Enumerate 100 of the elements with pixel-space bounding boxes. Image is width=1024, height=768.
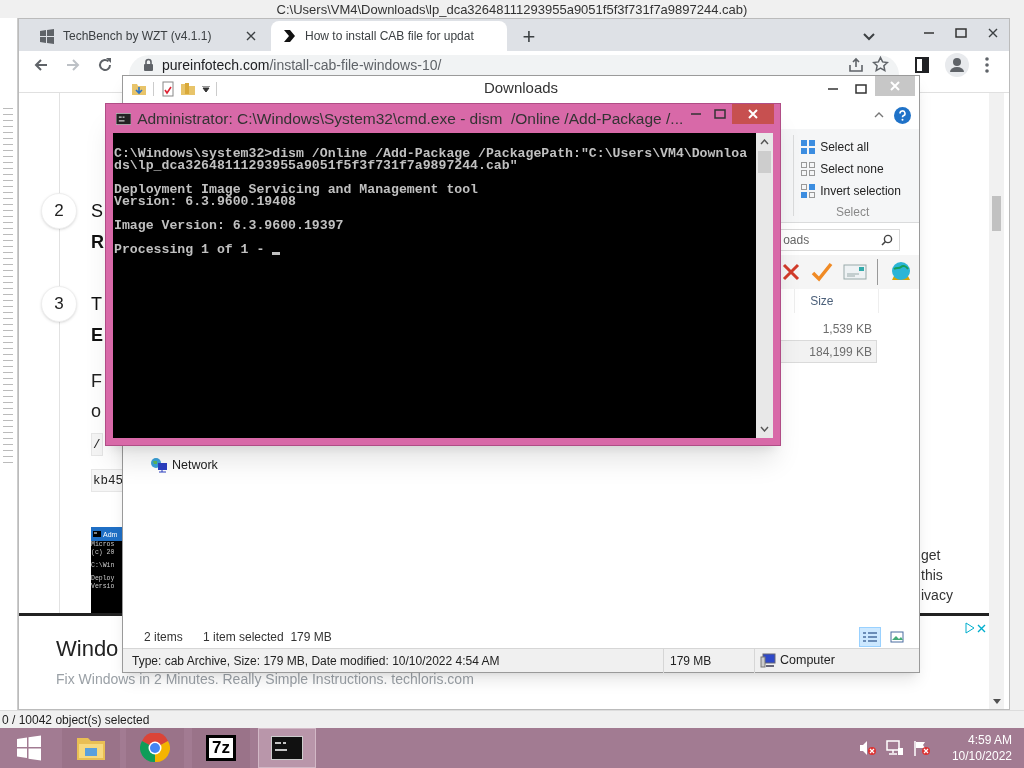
step-number: 2 (41, 193, 77, 229)
scroll-down-icon[interactable] (992, 699, 1001, 704)
browser-logo-icon (140, 733, 170, 763)
back-button[interactable] (33, 56, 49, 73)
minimize-icon (690, 113, 701, 115)
profile-icon[interactable] (945, 52, 969, 77)
caret-icon (863, 33, 875, 41)
delete-icon[interactable] (781, 262, 802, 282)
console-icon (116, 112, 132, 125)
close-icon (889, 80, 901, 92)
invert-selection-icon (800, 183, 817, 199)
paragraph-text: F (91, 370, 103, 393)
file-row[interactable]: 184,199 KB (779, 340, 877, 363)
scrollbar-thumb[interactable] (758, 151, 771, 173)
reload-button[interactable] (97, 56, 113, 73)
text-cursor (272, 252, 281, 255)
ad-title: Windo (56, 635, 119, 663)
details-text: Type: cab Archive, Size: 179 MB, Date modified: 10/10/2022 4:54 AM (131, 652, 501, 670)
windows-logo-icon (16, 735, 42, 761)
collapse-ribbon-icon[interactable] (874, 112, 884, 118)
flag-icon[interactable] (912, 740, 931, 756)
speaker-muted-icon[interactable] (858, 740, 877, 756)
checkmark-icon[interactable] (811, 262, 834, 282)
network-icon[interactable] (885, 740, 904, 756)
notice-text: get (921, 546, 942, 565)
window-title: C:\Users\VM4\Downloads\lp_dca32648111293955a9051f5f3f731f7a9897244.cab) (276, 2, 748, 16)
clock[interactable]: 4:59 AM 10/10/2022 (951, 732, 1012, 764)
close-button[interactable] (732, 104, 774, 124)
maximize-icon (955, 28, 967, 38)
ribbon-button[interactable]: Select none (800, 158, 919, 180)
scrollbar-thumb[interactable] (992, 196, 1001, 231)
ribbon-group-label: Select (834, 204, 871, 221)
reload-icon (97, 56, 113, 73)
search-text: oads (783, 232, 811, 249)
minimize-icon (924, 32, 934, 34)
window-title: Downloads (482, 78, 560, 99)
browser-tab[interactable]: TechBench by WZT (v4.1.1) (29, 21, 267, 51)
browser-tab[interactable]: How to install CAB file for updat (271, 21, 507, 51)
back-icon (33, 56, 49, 73)
envelope-icon[interactable] (843, 264, 868, 280)
search-icon (881, 234, 893, 246)
minimize-icon (828, 87, 838, 90)
ad-choices-icon[interactable] (965, 622, 987, 634)
maximize-icon (855, 83, 867, 94)
scroll-up-icon[interactable] (760, 139, 769, 145)
step-number: 3 (41, 286, 77, 322)
image-view-icon (890, 630, 904, 643)
menu-icon[interactable] (985, 56, 989, 73)
step-text: E (91, 324, 103, 347)
close-icon[interactable] (245, 30, 257, 42)
ad-text: Fix Windows in 2 Minutes. Really Simple Instructions. techloris.com (56, 670, 474, 688)
code-text: kb45 (91, 469, 125, 492)
ribbon-button[interactable]: Select all (800, 136, 919, 158)
step-text: S (91, 200, 104, 223)
share-icon[interactable] (848, 56, 864, 73)
close-icon (987, 27, 999, 39)
taskbar-button[interactable] (258, 728, 316, 768)
chevron-logo-icon (281, 28, 297, 44)
dropdown-icon[interactable] (202, 85, 210, 92)
status-text: 1 item selected 179 MB (203, 628, 332, 646)
console-icon (93, 531, 101, 537)
console-text: Processing 1 of 1 - (114, 244, 265, 256)
computer-icon (760, 653, 776, 668)
scroll-down-icon[interactable] (760, 426, 769, 432)
new-tab-button[interactable]: + (515, 23, 543, 51)
console-text: Version: 6.3.9600.19408 (114, 196, 297, 208)
console-icon (271, 736, 303, 760)
search-field[interactable]: oads (779, 229, 900, 251)
select-all-icon (800, 139, 817, 155)
paragraph-text: o (91, 400, 102, 423)
properties-icon[interactable] (160, 80, 176, 97)
code-text: / (91, 433, 103, 456)
step-text: T (91, 293, 103, 316)
address-bar[interactable]: pureinfotech.com/install-cab-file-windows-10/ (129, 54, 899, 75)
url-text: pureinfotech.com/install-cab-file-windows-10/ (162, 56, 443, 73)
ribbon-button[interactable]: Invert selection (800, 180, 919, 202)
lock-icon (143, 57, 154, 72)
close-icon (747, 108, 760, 120)
file-row[interactable]: 1,539 KB (779, 317, 877, 340)
forward-icon (65, 56, 81, 73)
bookmark-star-icon[interactable] (872, 56, 889, 73)
status-text: 2 items (144, 628, 184, 646)
console-text: ds\lp_dca32648111293955a9051f5f3f731f7a9897244.cab" (114, 160, 518, 172)
window-title: Administrator: C:\Windows\System32\cmd.exe - dism /Online /Add-Package /... (137, 108, 684, 129)
side-panel-icon[interactable] (915, 56, 929, 73)
notice-text: this (921, 566, 944, 585)
details-view-button[interactable] (859, 626, 881, 647)
nav-item[interactable]: Network (150, 456, 780, 474)
select-none-icon (800, 161, 817, 177)
console-text: C:\Windows\system32>dism /Online /Add-Package /PackagePath:"C:\Users\VM4\Downloa (114, 148, 748, 160)
details-text: 179 MB (669, 652, 713, 670)
taskbar-button[interactable]: 7z (192, 728, 250, 768)
list-view-icon (862, 630, 878, 643)
location-item: Computer (755, 651, 835, 670)
step-text: R (91, 231, 104, 254)
windows-logo-icon (39, 28, 55, 44)
help-icon[interactable] (894, 106, 911, 124)
network-icon (150, 457, 168, 473)
notice-text: ivacy (921, 586, 954, 605)
maximize-icon (714, 109, 727, 119)
